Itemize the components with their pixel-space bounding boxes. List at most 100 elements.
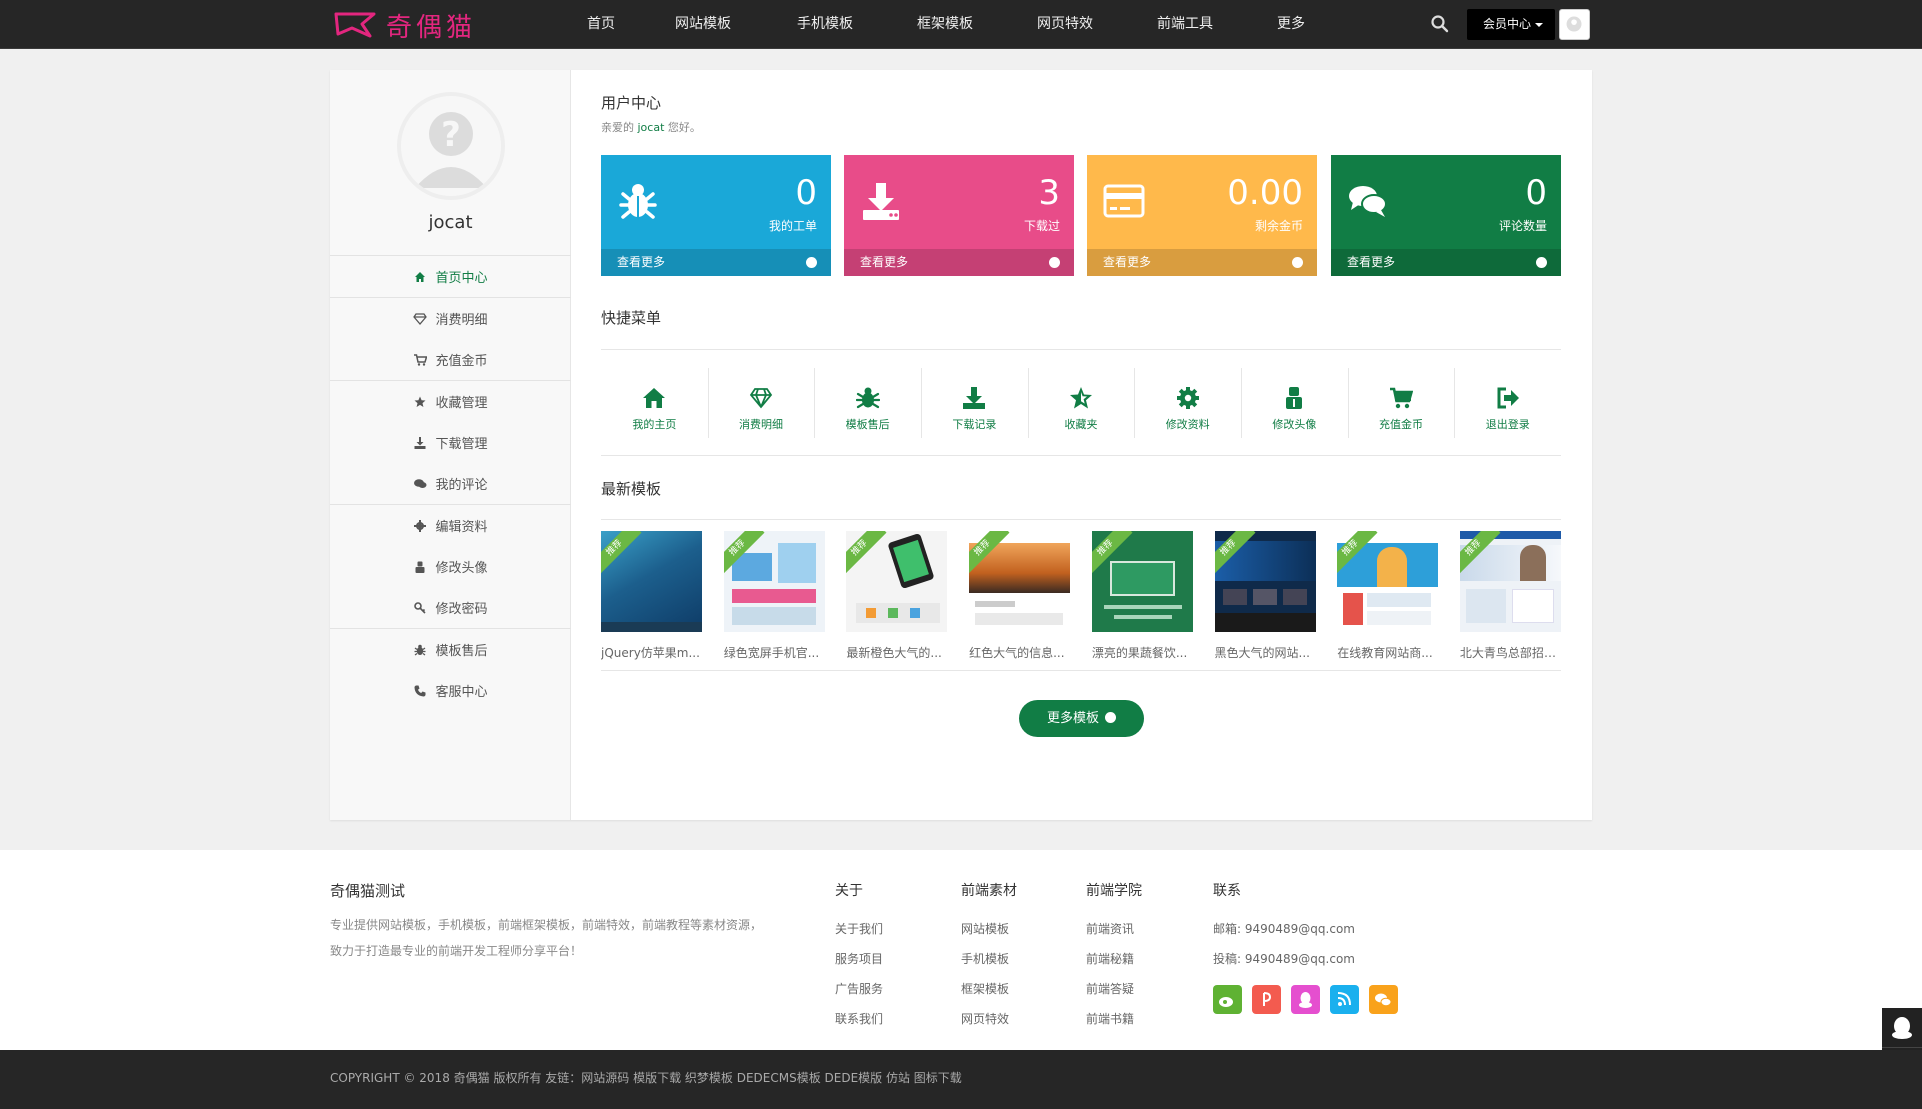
footer-link[interactable]: 前端秘籍 <box>1086 944 1142 974</box>
template-name[interactable]: 在线教育网站商... <box>1337 644 1438 661</box>
quick-item-recharge[interactable]: 充值金币 <box>1347 360 1455 458</box>
template-thumbnail[interactable]: 推荐 <box>1091 531 1193 632</box>
quick-item-after-sales[interactable]: 模板售后 <box>814 360 921 458</box>
contact-submission: 投稿: 9490489@qq.com <box>1213 952 1355 966</box>
quick-item-label: 充值金币 <box>1379 418 1424 431</box>
quick-item-edit-profile[interactable]: 修改资料 <box>1134 360 1241 458</box>
wechat-icon[interactable] <box>1369 985 1398 1014</box>
sidebar-item-change-avatar[interactable]: 修改头像 <box>330 546 571 587</box>
template-card[interactable]: 推荐 红色大气的信息... <box>969 531 1071 671</box>
nav-item-tools[interactable]: 前端工具 <box>1137 0 1257 49</box>
nav-item-more[interactable]: 更多 <box>1257 0 1337 49</box>
footer-link[interactable]: 网站模板 <box>961 914 1017 944</box>
nav-item-effects[interactable]: 网页特效 <box>1017 0 1137 49</box>
nav-item-mobile-templates[interactable]: 手机模板 <box>777 0 897 49</box>
footer-link[interactable]: 前端答疑 <box>1086 974 1142 1004</box>
template-name[interactable]: 最新橙色大气的... <box>846 644 947 661</box>
sidebar-item-comments[interactable]: 我的评论 <box>330 463 571 504</box>
footer-link[interactable]: 前端资讯 <box>1086 914 1142 944</box>
quick-item-logout[interactable]: 退出登录 <box>1454 360 1561 458</box>
user-icon <box>1286 387 1303 409</box>
template-thumbnail[interactable]: 推荐 <box>601 531 702 632</box>
template-name[interactable]: jQuery仿苹果m... <box>601 644 702 661</box>
footer-link[interactable]: 联系我们 <box>835 1004 883 1034</box>
nav-item-website-templates[interactable]: 网站模板 <box>655 0 777 49</box>
nav-item-framework-templates[interactable]: 框架模板 <box>897 0 1017 49</box>
template-thumbnail[interactable]: 推荐 <box>846 531 948 632</box>
template-thumbnail[interactable]: 推荐 <box>969 531 1071 632</box>
template-card[interactable]: 推荐 漂亮的果蔬餐饮... <box>1091 531 1193 671</box>
template-name[interactable]: 红色大气的信息... <box>969 644 1070 661</box>
template-name[interactable]: 黑色大气的网站... <box>1215 644 1316 661</box>
sidebar-item-downloads[interactable]: 下载管理 <box>330 422 571 463</box>
sidebar-item-customer-service[interactable]: 客服中心 <box>330 670 571 711</box>
stat-label: 我的工单 <box>768 219 817 233</box>
stat-more-link[interactable]: 查看更多 <box>1087 249 1317 276</box>
template-name[interactable]: 北大青鸟总部招生... <box>1460 644 1561 661</box>
template-thumbnail[interactable]: 推荐 <box>1337 531 1439 632</box>
stat-card-comments[interactable]: 0 评论数量 查看更多 <box>1331 155 1561 276</box>
template-card[interactable]: 推荐 最新橙色大气的... <box>846 531 948 671</box>
download-icon <box>413 436 427 450</box>
template-card[interactable]: 推荐 黑色大气的网站... <box>1214 531 1316 671</box>
sidebar-item-consumption[interactable]: 消费明细 <box>330 298 571 339</box>
template-name[interactable]: 绿色宽屏手机官... <box>724 644 825 661</box>
template-thumbnail[interactable]: 推荐 <box>1214 531 1316 632</box>
weibo-icon[interactable] <box>1213 985 1242 1014</box>
stat-more-link[interactable]: 查看更多 <box>844 249 1074 276</box>
qq-icon[interactable] <box>1291 985 1320 1014</box>
stat-card-downloads[interactable]: 3 下载过 查看更多 <box>844 155 1074 276</box>
quick-item-change-avatar[interactable]: 修改头像 <box>1241 360 1348 458</box>
footer-link[interactable]: 前端书籍 <box>1086 1004 1142 1034</box>
stat-more-link[interactable]: 查看更多 <box>601 249 831 276</box>
stat-value: 0 <box>795 173 817 213</box>
gear-icon <box>413 519 427 533</box>
template-card[interactable]: 推荐 北大青鸟总部招生... <box>1459 531 1561 671</box>
stat-more-link[interactable]: 查看更多 <box>1331 249 1561 276</box>
more-templates-button[interactable]: 更多模板 <box>1019 700 1144 737</box>
qq-service-icon[interactable] <box>1882 1008 1922 1048</box>
template-thumbnail[interactable]: 推荐 <box>1459 531 1561 632</box>
member-center-dropdown[interactable]: 会员中心 <box>1467 9 1555 40</box>
quick-item-label: 修改头像 <box>1272 418 1317 431</box>
avatar-placeholder-icon <box>1566 16 1582 32</box>
template-thumbnail[interactable]: 推荐 <box>723 531 825 632</box>
stat-value: 0 <box>1525 173 1547 213</box>
sidebar-item-edit-profile[interactable]: 编辑资料 <box>330 505 571 546</box>
footer-link[interactable]: 服务项目 <box>835 944 883 974</box>
profile-avatar[interactable]: ? <box>397 92 505 200</box>
rss-icon[interactable] <box>1330 985 1359 1014</box>
sidebar-item-label: 客服中心 <box>435 685 488 700</box>
template-name[interactable]: 漂亮的果蔬餐饮... <box>1092 644 1193 661</box>
search-icon[interactable] <box>1430 14 1450 34</box>
latest-templates-title: 最新模板 <box>601 480 662 498</box>
sidebar-item-change-password[interactable]: 修改密码 <box>330 587 571 628</box>
sidebar-item-after-sales[interactable]: 模板售后 <box>330 629 571 670</box>
site-logo[interactable]: 奇偶猫 <box>334 9 476 43</box>
template-card[interactable]: 推荐 jQuery仿苹果m... <box>601 531 702 671</box>
sidebar-item-favorites[interactable]: 收藏管理 <box>330 381 571 422</box>
page-title: 用户中心 <box>601 94 662 112</box>
sidebar-item-home[interactable]: 首页中心 <box>330 256 571 297</box>
footer-link[interactable]: 广告服务 <box>835 974 883 1004</box>
stat-card-coins[interactable]: 0.00 剩余金币 查看更多 <box>1087 155 1317 276</box>
quick-item-downloads[interactable]: 下载记录 <box>921 360 1028 458</box>
quick-item-favorites[interactable]: 收藏夹 <box>1027 360 1135 458</box>
footer-link[interactable]: 网页特效 <box>961 1004 1017 1034</box>
template-card[interactable]: 推荐 绿色宽屏手机官... <box>723 531 825 671</box>
stat-card-tickets[interactable]: 0 我的工单 查看更多 <box>601 155 831 276</box>
alipay-icon[interactable] <box>1252 985 1281 1014</box>
quick-item-consumption[interactable]: 消费明细 <box>707 360 815 458</box>
footer-link[interactable]: 关于我们 <box>835 914 883 944</box>
footer-link[interactable]: 框架模板 <box>961 974 1017 1004</box>
footer-link[interactable]: 手机模板 <box>961 944 1017 974</box>
quick-item-home[interactable]: 我的主页 <box>601 360 708 458</box>
sidebar-item-recharge[interactable]: 充值金币 <box>330 339 571 380</box>
greeting-username[interactable]: jocat <box>638 121 665 134</box>
nav-item-home[interactable]: 首页 <box>560 0 655 49</box>
template-card[interactable]: 推荐 在线教育网站商... <box>1337 531 1439 671</box>
quick-item-label: 我的主页 <box>632 418 677 431</box>
quick-item-label: 下载记录 <box>952 418 997 431</box>
footer-brand-description: 专业提供网站模板，手机模板，前端框架模板，前端特效，前端教程等素材资源，致力于打… <box>330 918 763 958</box>
header-avatar[interactable] <box>1559 9 1590 40</box>
